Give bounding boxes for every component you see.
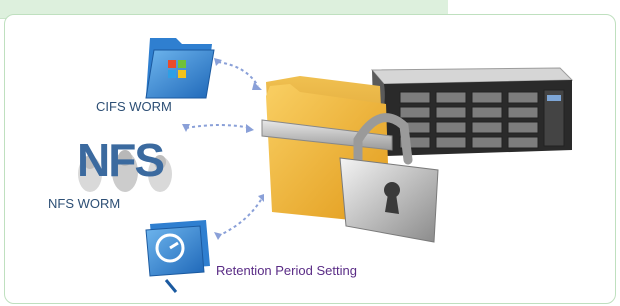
retention-timer-icon bbox=[145, 220, 210, 293]
retention-period-label: Retention Period Setting bbox=[216, 263, 357, 278]
nfs-worm-label: NFS WORM bbox=[48, 196, 121, 211]
nfs-logo-text: NFS bbox=[77, 134, 165, 186]
arrow-retention bbox=[217, 197, 263, 237]
worm-diagram: NFS CIFS WORM NFS WORM Retention Period … bbox=[0, 0, 620, 306]
cifs-worm-label: CIFS WORM bbox=[96, 99, 172, 114]
arrow-cifs bbox=[217, 61, 259, 87]
arrow-nfs bbox=[185, 124, 251, 129]
windows-folder-icon bbox=[145, 38, 215, 99]
